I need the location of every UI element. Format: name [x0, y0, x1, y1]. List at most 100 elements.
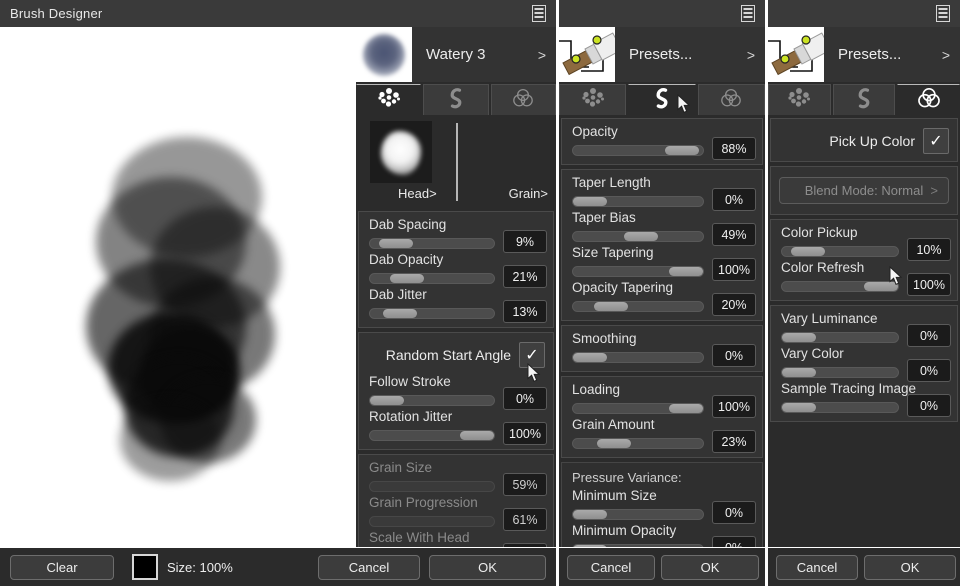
slider-value[interactable]: 10%	[907, 238, 951, 261]
tab-dab[interactable]	[356, 84, 422, 115]
slider-track[interactable]	[572, 403, 704, 414]
brush-preview-canvas[interactable]	[0, 27, 352, 547]
slider-track[interactable]	[572, 301, 704, 312]
slider-row[interactable]: Minimum Opacity 0%	[562, 522, 762, 547]
color-swatch[interactable]	[132, 554, 158, 580]
slider-track[interactable]	[369, 238, 495, 249]
slider-row[interactable]: Color Pickup 10%	[771, 224, 957, 261]
slider-row[interactable]: Opacity 88%	[562, 123, 762, 160]
random-start-angle-checkbox[interactable]: ✓	[519, 342, 545, 368]
brush-head-preview[interactable]	[370, 121, 432, 183]
slider-track[interactable]	[781, 281, 899, 292]
preset-header-row[interactable]: Presets... >	[559, 27, 765, 82]
slider-track[interactable]	[369, 308, 495, 319]
slider-row[interactable]: Rotation Jitter 100%	[359, 408, 553, 445]
cancel-button[interactable]: Cancel	[567, 554, 655, 580]
slider-row[interactable]: Vary Color 0%	[771, 345, 957, 382]
preset-name-button[interactable]: Watery 3 >	[412, 27, 556, 82]
slider-track[interactable]	[781, 246, 899, 257]
brush-presets-thumbnail[interactable]	[559, 27, 615, 82]
tab-color[interactable]	[490, 84, 556, 115]
slider-label: Follow Stroke	[369, 374, 451, 389]
slider-track[interactable]	[572, 352, 704, 363]
slider-row[interactable]: Color Refresh 100%	[771, 259, 957, 296]
slider-row[interactable]: Taper Bias 49%	[562, 209, 762, 246]
preset-name-button[interactable]: Presets... >	[824, 27, 960, 82]
slider-row[interactable]: Minimum Size 0%	[562, 487, 762, 524]
slider-track[interactable]	[369, 273, 495, 284]
slider-track[interactable]	[369, 395, 495, 406]
slider-value[interactable]: 100%	[712, 395, 756, 418]
cancel-button[interactable]: Cancel	[318, 554, 420, 580]
slider-row[interactable]: Dab Jitter 13%	[359, 286, 553, 323]
slider-value[interactable]: 9%	[503, 230, 547, 253]
slider-value[interactable]: 100%	[712, 258, 756, 281]
slider-value[interactable]: 21%	[503, 265, 547, 288]
tab-stroke[interactable]	[832, 84, 896, 115]
document-list-icon[interactable]	[532, 5, 546, 22]
head-label[interactable]: Head>	[398, 186, 437, 201]
tab-stroke[interactable]	[423, 84, 489, 115]
slider-track[interactable]	[572, 145, 704, 156]
document-list-icon[interactable]	[741, 5, 755, 22]
slider-track	[369, 481, 495, 492]
document-list-icon[interactable]	[936, 5, 950, 22]
slider-track[interactable]	[572, 231, 704, 242]
grain-label[interactable]: Grain>	[509, 186, 548, 201]
cancel-button[interactable]: Cancel	[776, 554, 858, 580]
slider-row[interactable]: Vary Luminance 0%	[771, 310, 957, 347]
slider-value[interactable]: 13%	[503, 300, 547, 323]
preset-header-row[interactable]: Watery 3 >	[356, 27, 556, 82]
grain-preview-area[interactable]: Grain>	[456, 115, 556, 207]
slider-track[interactable]	[572, 438, 704, 449]
ok-button[interactable]: OK	[429, 554, 546, 580]
slider-value[interactable]: 100%	[503, 422, 547, 445]
clear-button[interactable]: Clear	[10, 554, 114, 580]
slider-value[interactable]: 0%	[907, 324, 951, 347]
ok-button[interactable]: OK	[661, 554, 759, 580]
slider-track[interactable]	[369, 430, 495, 441]
slider-value[interactable]: 100%	[907, 273, 951, 296]
slider-value[interactable]: 0%	[712, 501, 756, 524]
slider-track[interactable]	[572, 196, 704, 207]
preset-name-button[interactable]: Presets... >	[615, 27, 765, 82]
slider-track[interactable]	[572, 509, 704, 520]
random-start-angle-row[interactable]: Random Start Angle ✓	[359, 337, 553, 373]
tab-dab[interactable]	[768, 84, 831, 115]
slider-row[interactable]: Taper Length 0%	[562, 174, 762, 211]
slider-track[interactable]	[781, 402, 899, 413]
slider-track[interactable]	[781, 367, 899, 378]
tab-color[interactable]	[897, 84, 960, 115]
slider-row[interactable]: Dab Spacing 9%	[359, 216, 553, 253]
slider-row[interactable]: Opacity Tapering 20%	[562, 279, 762, 316]
tab-dab[interactable]	[559, 84, 627, 115]
slider-row[interactable]: Size Tapering 100%	[562, 244, 762, 281]
slider-row[interactable]: Loading 100%	[562, 381, 762, 418]
slider-track[interactable]	[781, 332, 899, 343]
slider-value[interactable]: 20%	[712, 293, 756, 316]
slider-row[interactable]: Sample Tracing Image 0%	[771, 380, 957, 417]
pick-up-color-checkbox[interactable]: ✓	[923, 128, 949, 154]
slider-row[interactable]: Smoothing 0%	[562, 330, 762, 367]
brush-presets-thumbnail[interactable]	[768, 27, 824, 82]
preset-header-row[interactable]: Presets... >	[768, 27, 960, 82]
slider-value[interactable]: 0%	[712, 536, 756, 547]
pick-up-color-row[interactable]: Pick Up Color ✓	[771, 123, 957, 159]
slider-track[interactable]	[572, 266, 704, 277]
slider-value[interactable]: 0%	[712, 344, 756, 367]
slider-row[interactable]: Follow Stroke 0%	[359, 373, 553, 410]
head-preview-area[interactable]: Head>	[356, 115, 456, 207]
slider-row[interactable]: Dab Opacity 21%	[359, 251, 553, 288]
slider-value[interactable]: 23%	[712, 430, 756, 453]
slider-value[interactable]: 0%	[503, 387, 547, 410]
ok-button[interactable]: OK	[864, 554, 956, 580]
tab-stroke[interactable]	[628, 84, 696, 115]
slider-value[interactable]: 0%	[712, 188, 756, 211]
slider-value[interactable]: 0%	[907, 359, 951, 382]
brush-preview-thumbnail[interactable]	[356, 27, 412, 82]
slider-value[interactable]: 49%	[712, 223, 756, 246]
slider-row[interactable]: Grain Amount 23%	[562, 416, 762, 453]
tab-color[interactable]	[697, 84, 765, 115]
slider-value[interactable]: 0%	[907, 394, 951, 417]
slider-value[interactable]: 88%	[712, 137, 756, 160]
